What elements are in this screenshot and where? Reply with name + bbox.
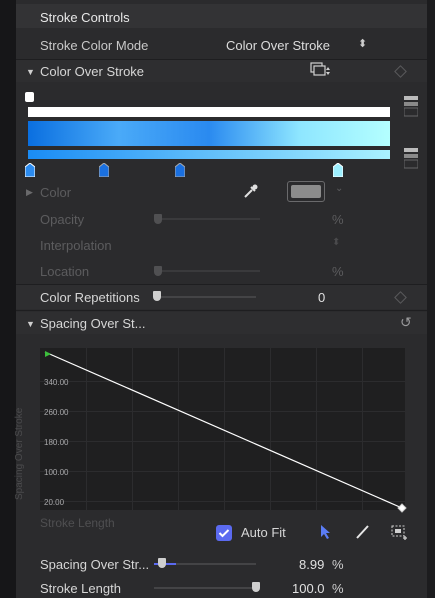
- stroke-color-mode-row: Stroke Color Mode Color Over Stroke ⬍: [16, 34, 427, 56]
- chevron-down-icon[interactable]: ⌄: [335, 183, 343, 194]
- stroke-length-unit: %: [332, 581, 344, 596]
- stroke-length-value[interactable]: 100.0: [292, 581, 325, 596]
- left-gutter: [0, 0, 16, 598]
- interpolation-label: Interpolation: [40, 238, 112, 253]
- auto-fit-label: Auto Fit: [241, 525, 286, 540]
- opacity-slider-knob[interactable]: [154, 214, 162, 224]
- curve-end-keypoint[interactable]: [397, 503, 407, 513]
- color-swatch-well[interactable]: [287, 181, 325, 202]
- stroke-length-knob[interactable]: [252, 582, 260, 592]
- color-repetitions-row: Color Repetitions 0: [16, 285, 427, 309]
- color-over-stroke-title: Color Over Stroke: [40, 64, 145, 79]
- opacity-slider[interactable]: [154, 218, 260, 220]
- color-stop-handle[interactable]: [174, 162, 186, 178]
- color-swatch: [291, 185, 321, 198]
- color-repetitions-slider[interactable]: [154, 296, 256, 298]
- scrollbar-track[interactable]: [427, 0, 435, 598]
- stroke-length-label: Stroke Length: [40, 581, 121, 596]
- gradient-bar[interactable]: [28, 121, 390, 146]
- keyframe-diamond-icon[interactable]: [394, 291, 407, 304]
- section-title: Stroke Controls: [40, 10, 130, 25]
- eyedropper-icon[interactable]: [242, 182, 260, 203]
- keyframe-diamond-icon[interactable]: [394, 65, 407, 78]
- fit-frame-icon[interactable]: [390, 523, 408, 546]
- disclosure-open-icon[interactable]: ▼: [26, 67, 35, 77]
- arrow-cursor-icon[interactable]: [319, 524, 333, 545]
- opacity-stop-handle[interactable]: [25, 92, 34, 102]
- curve-svg: [44, 351, 407, 513]
- stroke-controls-header: Stroke Controls: [16, 4, 427, 28]
- stroke-length-slider[interactable]: [154, 587, 256, 589]
- location-row: Location %: [16, 260, 427, 282]
- opacity-row: Opacity %: [16, 208, 427, 230]
- chevron-updown-icon[interactable]: ⬍: [358, 37, 367, 50]
- color-stop-handle[interactable]: [332, 162, 344, 178]
- y-axis-label: Spacing Over Stroke: [14, 407, 25, 500]
- opacity-unit: %: [332, 212, 344, 227]
- color-repetitions-value[interactable]: 0: [318, 290, 325, 305]
- color-label: Color: [40, 185, 72, 200]
- divider: [16, 310, 427, 311]
- location-slider-knob[interactable]: [154, 266, 162, 276]
- color-bar[interactable]: [28, 150, 390, 159]
- disclosure-closed-icon[interactable]: ▶: [26, 187, 33, 198]
- stroke-color-mode-label: Stroke Color Mode: [40, 38, 149, 53]
- stroke-color-mode-popup[interactable]: Color Over Stroke: [226, 38, 330, 53]
- spacing-over-stroke-title: Spacing Over St...: [40, 316, 146, 331]
- pen-icon[interactable]: [354, 523, 372, 546]
- curve-start-marker[interactable]: [45, 351, 51, 357]
- spacing-param-unit: %: [332, 557, 344, 572]
- stroke-length-row: Stroke Length 100.0 %: [16, 578, 427, 598]
- opacity-label: Opacity: [40, 212, 85, 227]
- disclosure-open-icon[interactable]: ▼: [26, 319, 35, 329]
- color-row: ▶ Color ⌄: [16, 180, 427, 204]
- color-repetitions-knob[interactable]: [153, 291, 161, 301]
- location-unit: %: [332, 264, 344, 279]
- chevron-updown-icon[interactable]: ⬍: [332, 237, 340, 248]
- curve-line: [44, 351, 403, 509]
- spacing-param-knob[interactable]: [158, 558, 167, 568]
- gradient-preset-icon[interactable]: [403, 96, 419, 123]
- color-stop-handle[interactable]: [24, 162, 36, 178]
- interpolation-row: Interpolation ⬍: [16, 234, 427, 256]
- spacing-param-value[interactable]: 8.99: [299, 557, 324, 572]
- location-label: Location: [40, 264, 90, 279]
- location-slider[interactable]: [154, 270, 260, 272]
- spacing-param-label: Spacing Over Str...: [40, 557, 150, 572]
- color-stop-handle[interactable]: [98, 162, 110, 178]
- spacing-param-row: Spacing Over Str... 8.99 %: [16, 553, 427, 575]
- preset-stack-icon[interactable]: [308, 61, 332, 82]
- opacity-bar[interactable]: [28, 107, 390, 117]
- spacing-over-stroke-header[interactable]: ▼ Spacing Over St... ↺: [16, 312, 427, 334]
- x-axis-label: Stroke Length: [40, 516, 115, 530]
- reset-icon[interactable]: ↺: [400, 314, 412, 331]
- gradient-preset-icon[interactable]: [403, 148, 419, 175]
- auto-fit-checkbox[interactable]: [216, 525, 232, 541]
- color-repetitions-label: Color Repetitions: [40, 290, 140, 305]
- color-over-stroke-header[interactable]: ▼ Color Over Stroke: [16, 60, 427, 82]
